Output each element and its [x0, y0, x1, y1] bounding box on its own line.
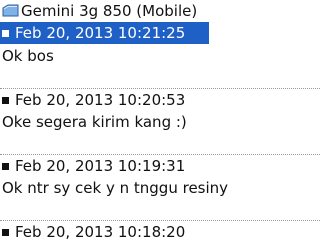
timestamp-label: Feb 20, 2013 10:18:20	[15, 223, 186, 241]
message-item[interactable]: Feb 20, 2013 10:20:53 Oke segera kirim k…	[0, 89, 320, 132]
message-bullet-icon	[2, 96, 9, 104]
contact-card-icon	[2, 4, 19, 18]
message-bullet-icon	[2, 228, 9, 236]
message-bullet-icon	[2, 29, 9, 37]
message-text: Oke segera kirim kang :)	[2, 113, 187, 131]
timestamp-label: Feb 20, 2013 10:20:53	[15, 91, 186, 109]
message-timestamp[interactable]: Feb 20, 2013 10:21:25	[0, 22, 209, 44]
timestamp-label: Feb 20, 2013 10:19:31	[15, 157, 186, 175]
message-bullet-icon	[2, 162, 9, 170]
message-text: Ok ntr sy cek y n tnggu resiny	[2, 179, 229, 197]
contact-name: Gemini 3g 850 (Mobile)	[21, 2, 198, 20]
message-item[interactable]: Feb 20, 2013 10:19:31 Ok ntr sy cek y n …	[0, 155, 320, 198]
message-timestamp[interactable]: Feb 20, 2013 10:20:53	[0, 89, 320, 111]
message-timestamp[interactable]: Feb 20, 2013 10:19:31	[0, 155, 320, 177]
timestamp-label: Feb 20, 2013 10:21:25	[15, 24, 186, 42]
message-text: Ok bos	[2, 47, 54, 65]
conversation-header: Gemini 3g 850 (Mobile)	[0, 0, 320, 22]
message-item[interactable]: Feb 20, 2013 10:21:25 Ok bos	[0, 22, 320, 66]
